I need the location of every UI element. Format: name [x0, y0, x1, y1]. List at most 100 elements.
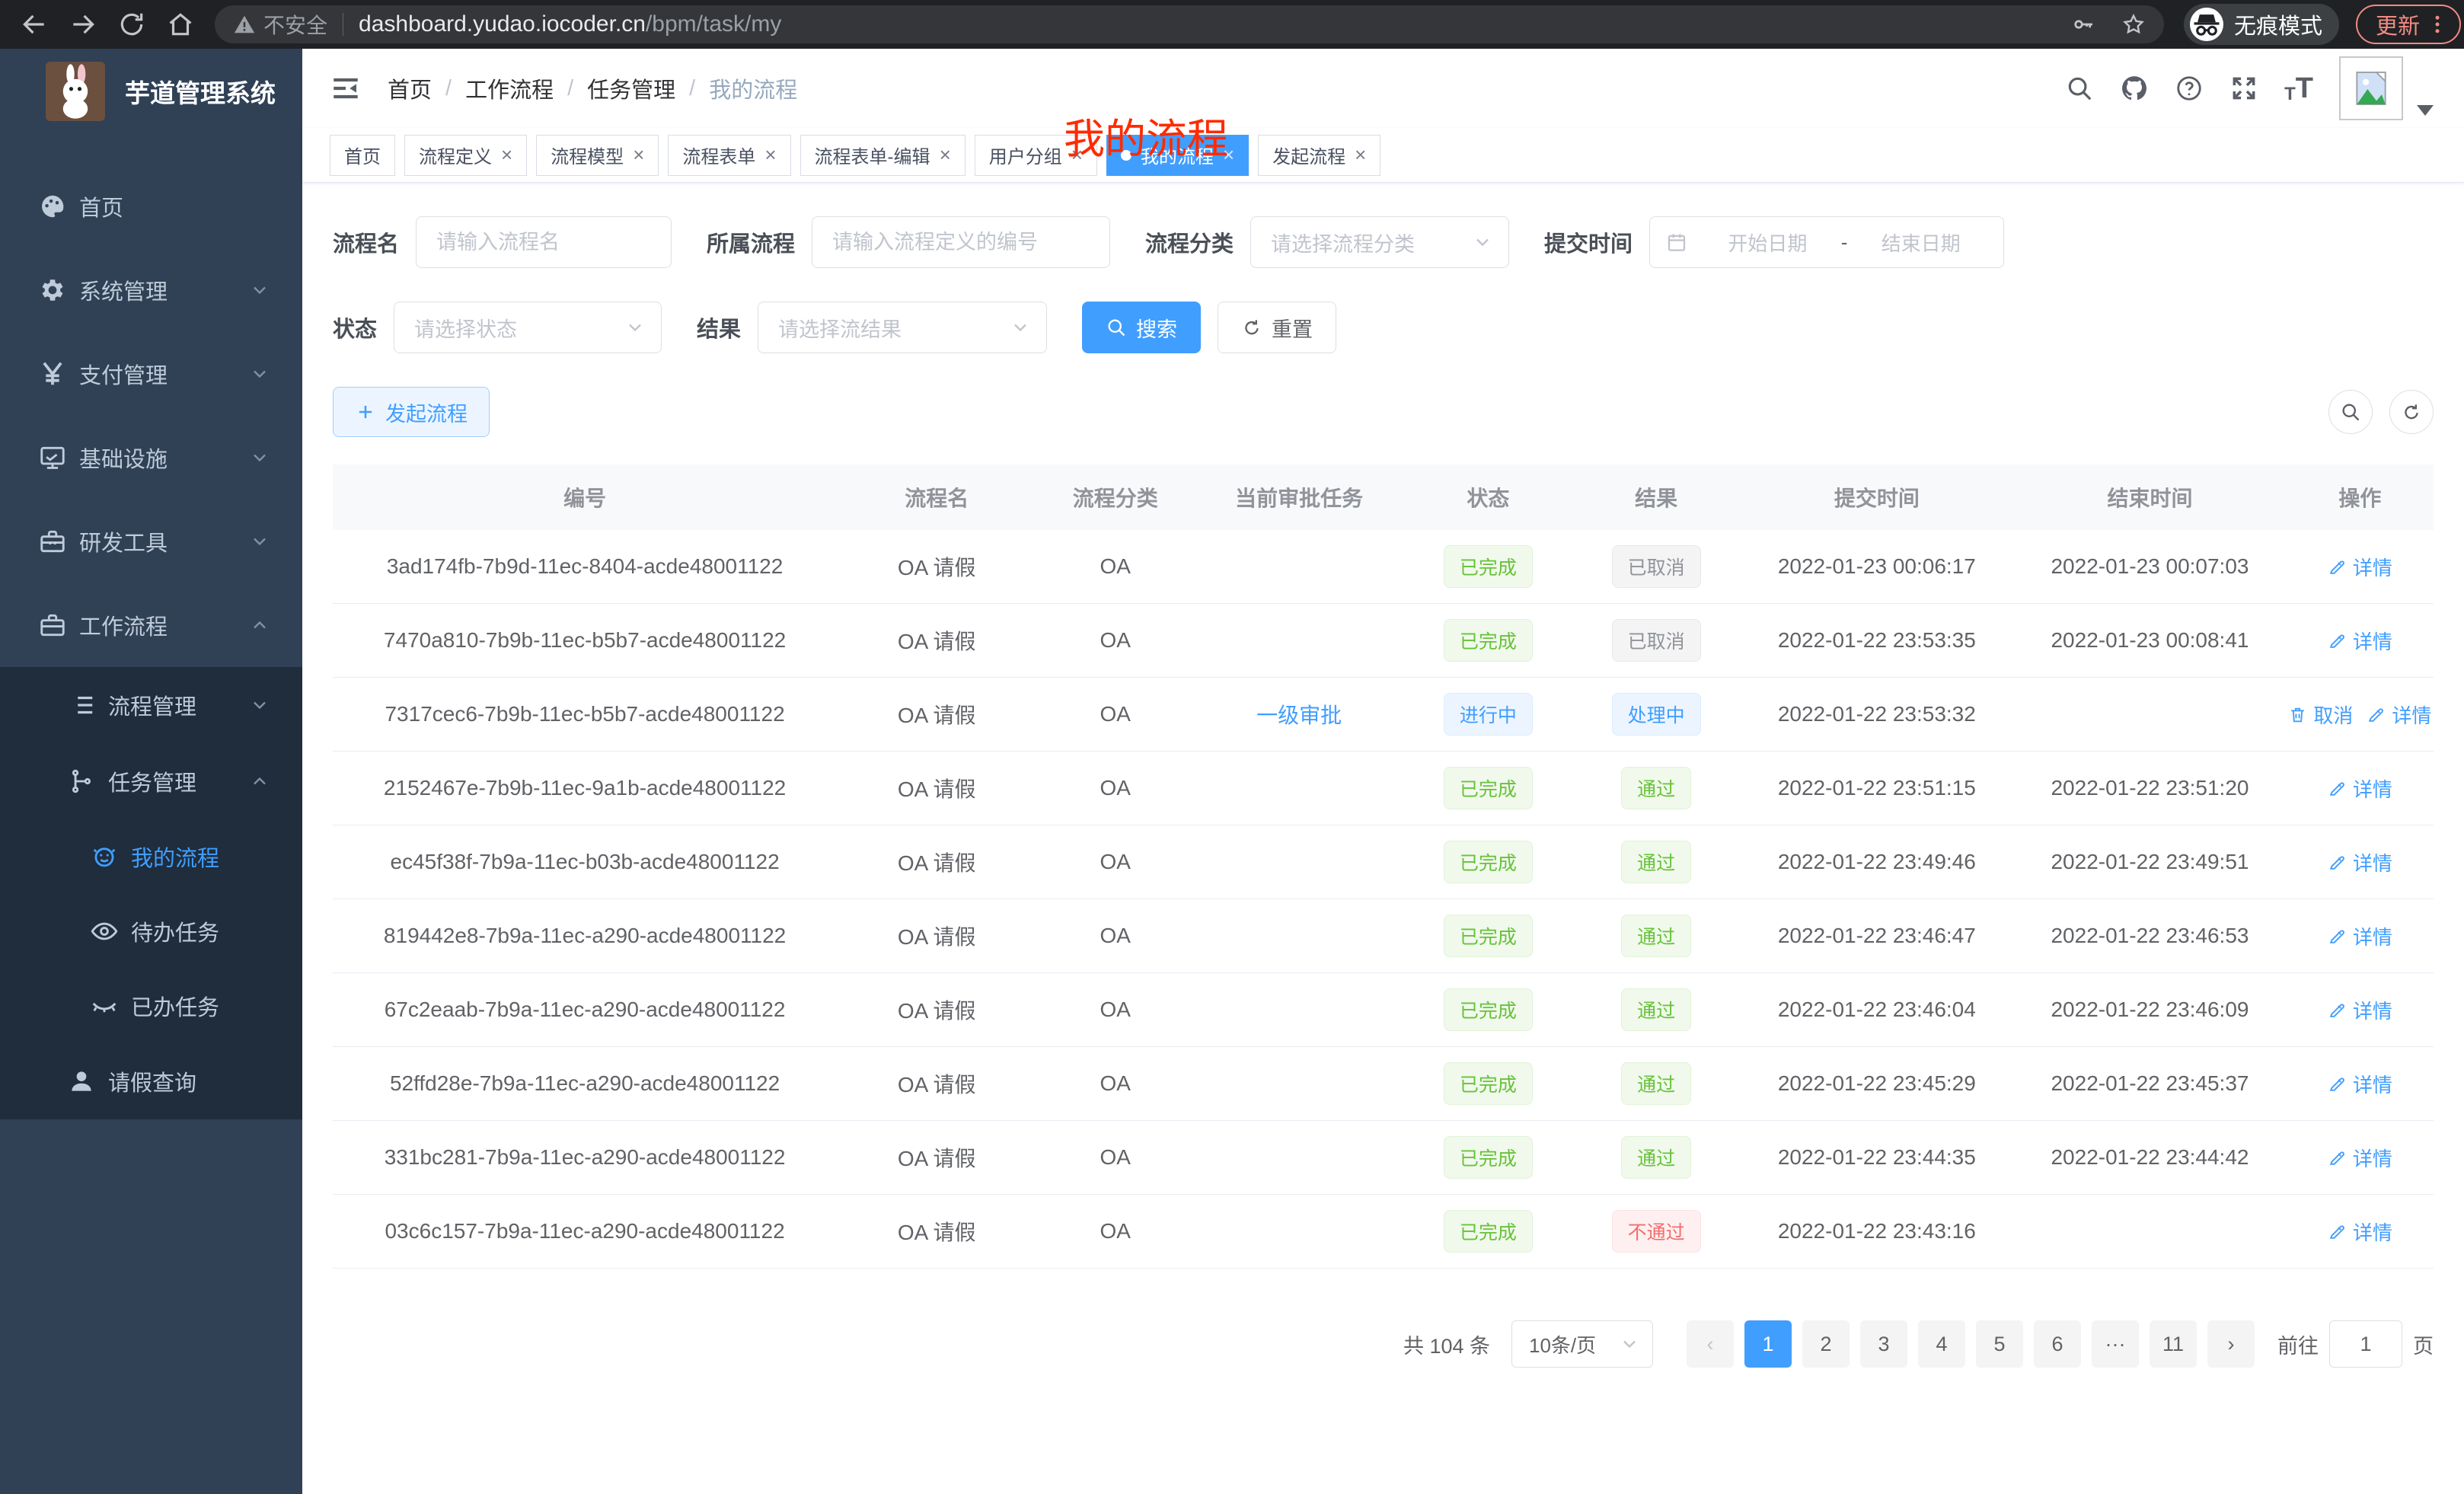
detail-link[interactable]: 详情 [2328, 996, 2392, 1024]
sidebar-item-process-management[interactable]: 流程管理 [0, 667, 302, 743]
category-select[interactable]: 请选择流程分类 [1250, 216, 1509, 268]
cell-end-time: 2022-01-22 23:49:51 [2013, 850, 2287, 874]
page-button-1[interactable]: 1 [1744, 1320, 1792, 1368]
page-button-4[interactable]: 4 [1918, 1320, 1965, 1368]
tab-process-form[interactable]: 流程表单× [668, 135, 790, 176]
password-key-icon[interactable] [2071, 12, 2095, 37]
status-badge: 已完成 [1444, 767, 1533, 809]
reset-button[interactable]: 重置 [1218, 302, 1336, 353]
user-icon [67, 1067, 96, 1096]
detail-link[interactable]: 详情 [2367, 701, 2431, 729]
help-icon[interactable] [2175, 74, 2204, 103]
sidebar-item-leave-query[interactable]: 请假查询 [0, 1043, 302, 1119]
page-button-11[interactable]: 11 [2150, 1320, 2197, 1368]
page-button-5[interactable]: 5 [1976, 1320, 2023, 1368]
goto-page-input[interactable] [2329, 1320, 2402, 1368]
result-badge: 处理中 [1612, 693, 1701, 736]
browser-back-icon[interactable] [20, 10, 49, 39]
detail-link[interactable]: 详情 [2328, 848, 2392, 876]
bookmark-star-icon[interactable] [2121, 12, 2146, 37]
search-button[interactable]: 搜索 [1082, 302, 1201, 353]
app-logo-row[interactable]: 芋道管理系统 [0, 49, 302, 134]
breadcrumb-link[interactable]: 首页 [388, 72, 432, 104]
detail-link[interactable]: 详情 [2328, 1144, 2392, 1172]
sidebar-item-home[interactable]: 首页 [0, 164, 302, 248]
close-tab-icon[interactable]: × [940, 143, 951, 167]
prev-page-button[interactable]: ‹ [1687, 1320, 1734, 1368]
sidebar-item-done-tasks[interactable]: 已办任务 [0, 969, 302, 1043]
tab-process-model[interactable]: 流程模型 × [536, 135, 659, 176]
cell-result: 通过 [1572, 915, 1741, 957]
sidebar-item-task-management[interactable]: 任务管理 [0, 743, 302, 819]
current-task-link[interactable]: 一级审批 [1256, 699, 1342, 729]
result-select[interactable]: 请选择流结果 [758, 302, 1047, 353]
cell-submit-time: 2022-01-22 23:46:47 [1741, 924, 2014, 948]
close-tab-icon[interactable]: × [1355, 143, 1366, 167]
end-date-placeholder: 结束日期 [1853, 228, 1988, 257]
font-size-icon[interactable]: TT [2284, 72, 2313, 105]
status-select[interactable]: 请选择状态 [394, 302, 662, 353]
sidebar-item-label: 支付管理 [79, 358, 168, 390]
not-secure-icon[interactable] [233, 13, 256, 36]
sidebar-item-dev-tools[interactable]: 研发工具 [0, 500, 302, 583]
cell-actions: 详情 [2287, 1218, 2434, 1246]
show-search-button[interactable] [2328, 390, 2373, 434]
page-ellipsis[interactable]: ··· [2092, 1320, 2139, 1368]
sidebar-item-workflow[interactable]: 工作流程 [0, 583, 302, 667]
detail-link[interactable]: 详情 [2328, 553, 2392, 581]
github-icon[interactable] [2120, 74, 2149, 103]
refresh-table-button[interactable] [2389, 390, 2434, 434]
fullscreen-icon[interactable] [2229, 74, 2258, 103]
sidebar-item-payment-management[interactable]: 支付管理 [0, 332, 302, 416]
breadcrumb-link[interactable]: 工作流程 [465, 72, 554, 104]
page-button-2[interactable]: 2 [1802, 1320, 1850, 1368]
status-badge: 已完成 [1444, 545, 1533, 588]
result-badge: 通过 [1621, 767, 1691, 809]
header-search-icon[interactable] [2065, 74, 2094, 103]
sidebar-item-my-process[interactable]: 我的流程 [0, 819, 302, 894]
address-bar[interactable]: 不安全 dashboard.yudao.iocoder.cn/bpm/task/… [215, 5, 2164, 43]
breadcrumb-link[interactable]: 任务管理 [587, 72, 675, 104]
page-button-6[interactable]: 6 [2034, 1320, 2081, 1368]
avatar[interactable] [2339, 56, 2403, 120]
breadcrumb-separator: / [689, 76, 695, 101]
date-separator: - [1841, 231, 1848, 254]
cell-process-category: OA [1036, 1071, 1194, 1096]
refresh-icon [2401, 401, 2422, 423]
tab-start-process[interactable]: 发起流程× [1258, 135, 1380, 176]
tab-process-form-edit[interactable]: 流程表单-编辑× [800, 135, 965, 176]
page-size-select[interactable]: 10条/页 [1511, 1320, 1653, 1368]
avatar-caret-down-icon[interactable] [2417, 105, 2434, 116]
browser-update-button[interactable]: 更新 [2356, 5, 2461, 44]
submit-time-range-picker[interactable]: 开始日期 - 结束日期 [1649, 216, 2004, 268]
sidebar-collapse-icon[interactable] [330, 72, 362, 104]
cell-status: 已完成 [1404, 841, 1572, 883]
start-date-placeholder: 开始日期 [1700, 228, 1835, 257]
sidebar-item-infrastructure[interactable]: 基础设施 [0, 416, 302, 500]
annotation-title: 我的流程 [1064, 105, 1228, 165]
browser-reload-icon[interactable] [117, 10, 146, 39]
tab-label: 流程模型 [551, 142, 624, 168]
create-process-button[interactable]: 发起流程 [333, 387, 490, 437]
sidebar-item-todo-tasks[interactable]: 待办任务 [0, 894, 302, 969]
close-tab-icon[interactable]: × [764, 143, 776, 167]
browser-home-icon[interactable] [166, 10, 195, 39]
cancel-link[interactable]: 取消 [2288, 701, 2353, 729]
page-button-3[interactable]: 3 [1860, 1320, 1907, 1368]
detail-link[interactable]: 详情 [2328, 1070, 2392, 1098]
browser-forward-icon[interactable] [69, 10, 97, 39]
next-page-button[interactable]: › [2207, 1320, 2255, 1368]
detail-link[interactable]: 详情 [2328, 1218, 2392, 1246]
sidebar-item-system-management[interactable]: 系统管理 [0, 248, 302, 332]
detail-link[interactable]: 详情 [2328, 922, 2392, 950]
close-tab-icon[interactable]: × [633, 143, 644, 167]
owner-process-input[interactable] [812, 216, 1110, 268]
detail-link[interactable]: 详情 [2328, 774, 2392, 803]
process-name-input[interactable] [416, 216, 672, 268]
tab-home[interactable]: 首页 [330, 135, 395, 176]
close-tab-icon[interactable]: × [501, 143, 512, 167]
detail-link[interactable]: 详情 [2328, 627, 2392, 655]
cell-end-time: 2022-01-23 00:07:03 [2013, 554, 2287, 579]
tab-process-definition[interactable]: 流程定义× [404, 135, 527, 176]
browser-menu-icon[interactable] [2426, 13, 2449, 36]
